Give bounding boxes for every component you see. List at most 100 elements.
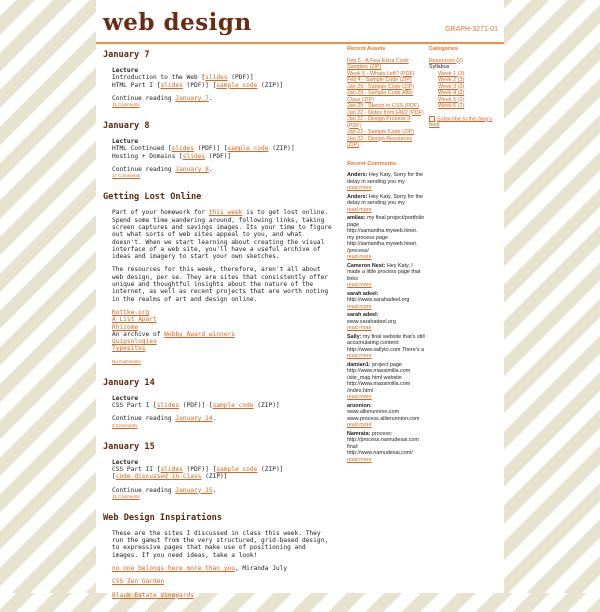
- asset-link[interactable]: Jan 22 - Sample Code (ZIP): [347, 129, 425, 136]
- continue-link[interactable]: January 15: [175, 487, 212, 494]
- comment-item: Namrata: process: http://process.namudes…: [347, 431, 425, 464]
- read-more-link[interactable]: read more: [347, 325, 372, 331]
- post-title[interactable]: January 14: [103, 378, 335, 388]
- post-body: Lecture Introduction to the Web [slides …: [112, 67, 335, 89]
- post-paragraph: These are the sites I discussed in class…: [112, 529, 329, 559]
- recent-comments-list: Anders: Hey Katy, Sorry for the delay in…: [347, 172, 425, 463]
- sample-code-link[interactable]: sample code: [213, 402, 254, 409]
- read-more-link[interactable]: read more: [347, 207, 372, 213]
- comments-link[interactable]: 2 Comments: [112, 423, 138, 428]
- sample-code-link[interactable]: sample code: [216, 82, 257, 89]
- category-week-list: Week 1 (3) Week 2 (3) Week 3 (2) Week 4 …: [438, 71, 501, 110]
- sample-code-link[interactable]: sample code: [228, 145, 269, 152]
- inspiration-link[interactable]: no one belongs here more than you: [112, 565, 235, 572]
- comment-author: arunnion:: [347, 402, 372, 409]
- comment-item: Sally: my final website that's still acc…: [347, 334, 425, 360]
- comment-author: Namrata:: [347, 430, 371, 437]
- comment-item: damian1: project page http://www.massimi…: [347, 362, 425, 401]
- lecture-line-suffix: (ZIP)]: [257, 81, 284, 89]
- page-container: web design GRAPH-3271-01 January 7 Lectu…: [96, 0, 504, 599]
- this-week-link[interactable]: this week: [209, 209, 243, 216]
- lecture-line-mid: (PDF)] [: [182, 465, 217, 473]
- comment-text: www.sarahadeel.org: [347, 318, 396, 325]
- inspiration-link[interactable]: CSS Zen Garden: [112, 578, 164, 585]
- inspiration-item: CSS Zen Garden: [112, 578, 335, 585]
- lecture-line: Introduction to the Web [: [112, 74, 206, 82]
- slides-link[interactable]: slides: [160, 82, 182, 89]
- post-title[interactable]: Getting Lost Online: [103, 192, 335, 202]
- asset-link[interactable]: Jan 22 - Design Resources (ZIP): [347, 136, 425, 149]
- post-january-14: January 14 Lecture CSS Part I [slides (P…: [103, 378, 335, 429]
- read-more-link[interactable]: read more: [347, 282, 372, 288]
- lecture-line-suffix: (ZIP)]: [268, 145, 295, 153]
- asset-link[interactable]: Jan 29 - Sketch to CSS (PDF): [347, 103, 425, 110]
- comments-link[interactable]: 11 Comments: [112, 494, 140, 499]
- rss-subscribe-link[interactable]: Subscribe to this blog's feed: [429, 116, 492, 129]
- site-title[interactable]: web design: [103, 9, 252, 36]
- comment-text: http://www.sarahadeel.org: [347, 297, 410, 303]
- continue-reading: Continue reading January 8.: [112, 166, 213, 174]
- continue-text: Continue reading: [112, 166, 176, 174]
- continue-text: Continue reading: [112, 94, 176, 102]
- comment-item: sarah adeel: http://www.sarahadeel.org re…: [347, 291, 425, 311]
- read-more-link[interactable]: read more: [347, 457, 372, 463]
- paragraph-text: is to get lost online. Spend some time w…: [112, 209, 332, 261]
- comments-link[interactable]: No Comments: [112, 359, 141, 364]
- lecture-line-suffix: (PDF)]: [205, 152, 232, 160]
- course-code: GRAPH-3271-01: [445, 26, 498, 33]
- post-web-design-inspirations: Web Design Inspirations These are the si…: [103, 513, 335, 599]
- recent-assets-heading: Recent Assets: [347, 46, 386, 52]
- resource-link[interactable]: Kottke.org: [112, 309, 149, 316]
- resource-link-list: Kottke.org A List Apart Rhizome An archi…: [112, 309, 335, 353]
- lecture-line: HTML Continued [: [112, 145, 172, 153]
- slides-link[interactable]: slides: [160, 466, 182, 473]
- post-paragraph: Part of your homework for this week is t…: [112, 209, 335, 260]
- slides-link[interactable]: slides: [172, 145, 194, 152]
- lecture-line-suffix: (PDF)]: [227, 74, 254, 82]
- lecture-line-mid: (PDF)] [: [179, 402, 213, 410]
- comments-link[interactable]: 11 Comments: [112, 102, 140, 107]
- post-title[interactable]: January 15: [103, 442, 335, 452]
- read-more-link[interactable]: read more: [347, 422, 372, 428]
- resource-link[interactable]: A List Apart: [112, 316, 157, 323]
- continue-link[interactable]: January 7: [175, 95, 209, 102]
- post-title[interactable]: Web Design Inspirations: [103, 513, 335, 523]
- lecture-line: CSS Part I [: [112, 402, 157, 410]
- main-column: January 7 Lecture Introduction to the We…: [103, 50, 335, 612]
- recent-comments-heading: Recent Comments: [347, 160, 397, 167]
- read-more-link[interactable]: read more: [347, 353, 372, 359]
- post-title[interactable]: January 7: [103, 50, 335, 60]
- resource-link[interactable]: Rhizome: [112, 324, 138, 331]
- category-week-link[interactable]: Week 6 (2): [438, 103, 501, 110]
- slides-link[interactable]: slides: [205, 74, 227, 81]
- asset-link[interactable]: Jan 29 - Sample Code After Class (ZIP): [347, 90, 425, 103]
- lecture-label: Lecture: [112, 67, 139, 74]
- resource-link[interactable]: Typesites: [112, 345, 146, 352]
- post-title[interactable]: January 8: [103, 121, 335, 131]
- inspiration-item: no one belongs here more than you, Miran…: [112, 565, 335, 572]
- read-more-link[interactable]: read more: [347, 185, 372, 191]
- asset-link[interactable]: Feb 5 - A Few Extra Code Samples (ZIP): [347, 58, 425, 71]
- lecture-line-suffix: (ZIP)]: [253, 402, 280, 410]
- lecture-line: CSS Part II [: [112, 465, 161, 473]
- read-more-link[interactable]: read more: [347, 254, 372, 260]
- code-discussed-link[interactable]: code discussed in class: [116, 473, 202, 480]
- slides-link[interactable]: slides: [183, 153, 205, 160]
- read-more-link[interactable]: read more: [347, 394, 372, 400]
- slides-link[interactable]: slides: [157, 402, 179, 409]
- inspiration-author: , Miranda July: [234, 564, 288, 572]
- rss-subscribe[interactable]: Subscribe to this blog's feed: [429, 115, 501, 129]
- read-more-link[interactable]: read more: [347, 304, 372, 310]
- webby-link[interactable]: Webby Award winners: [164, 331, 235, 338]
- comment-author: sarah adeel:: [347, 290, 379, 297]
- lecture-line: Hosting + Domains [: [112, 152, 183, 160]
- resource-link[interactable]: Quipsologies: [112, 338, 157, 345]
- continue-link[interactable]: January 8: [175, 166, 209, 173]
- comments-link[interactable]: 17 Comments: [112, 173, 140, 178]
- comment-author: damian1:: [347, 361, 371, 368]
- asset-link[interactable]: Jan 22 - Design Process II (PDF): [347, 116, 425, 129]
- sample-code-link[interactable]: sample code: [216, 466, 257, 473]
- lecture-label: Lecture: [112, 458, 139, 466]
- continue-link[interactable]: January 14: [175, 415, 212, 422]
- categories-heading: Categories: [429, 46, 458, 52]
